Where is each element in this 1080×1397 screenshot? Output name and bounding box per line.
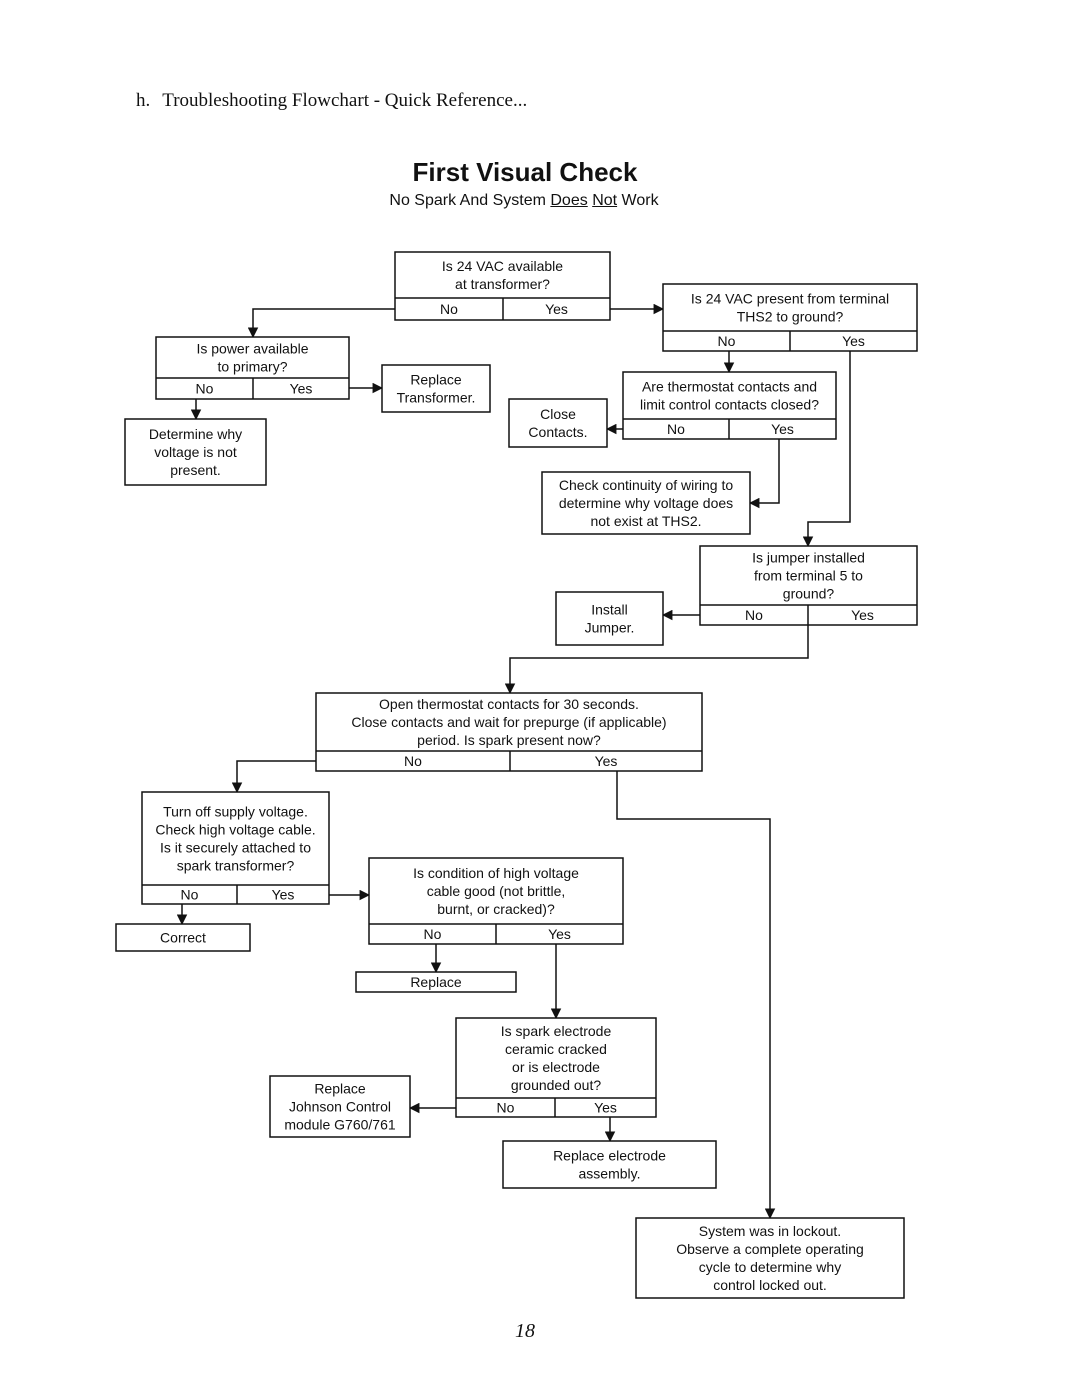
node-a-replace: Replace — [355, 971, 517, 993]
arrow-contacts-yes-to-check-continuity — [748, 439, 780, 509]
node-text-line: spark transformer? — [177, 858, 295, 874]
node-q-24vac-transformer: Is 24 VAC available at transformer? No Yes — [394, 251, 611, 321]
node-text-line: Observe a complete operating — [676, 1241, 864, 1257]
node-q-electrode: Is spark electrode ceramic cracked or is e… — [455, 1017, 657, 1118]
node-a-replace-electrode: Replace electrode assembly. — [502, 1140, 717, 1189]
answer-yes: Yes — [594, 1100, 617, 1116]
node-text-line: from terminal 5 to — [754, 568, 863, 584]
answer-yes: Yes — [272, 887, 295, 903]
node-text-line: to primary? — [217, 359, 287, 375]
node-text-line: at transformer? — [455, 276, 550, 292]
node-q-contacts-closed: Are thermostat contacts and limit control… — [622, 371, 837, 440]
node-text-line: Is condition of high voltage — [413, 865, 579, 881]
node-text-line: Replace — [410, 974, 462, 990]
node-text-line: Correct — [160, 930, 206, 946]
node-text-line: Check high voltage cable. — [155, 822, 315, 838]
node-a-check-continuity: Check continuity of wiring to determine w… — [541, 471, 751, 535]
node-text-line: THS2 to ground? — [737, 309, 844, 325]
node-text-line: Is 24 VAC available — [442, 258, 563, 274]
node-q-jumper: Is jumper installed from terminal 5 to gro… — [699, 545, 918, 626]
node-q-cable-attached: Turn off supply voltage. Check high volta… — [141, 791, 330, 905]
node-text-line: Are thermostat contacts and — [642, 379, 817, 395]
node-text-line: cable good (not brittle, — [427, 883, 566, 899]
node-text-line: Determine why — [149, 426, 242, 442]
page-number: 18 — [515, 1320, 535, 1342]
answer-no: No — [404, 753, 422, 769]
node-text-line: Jumper. — [585, 620, 635, 636]
node-text-line: Install — [591, 602, 628, 618]
node-text-line: Is jumper installed — [752, 550, 865, 566]
node-text-line: period. Is spark present now? — [417, 732, 601, 748]
node-text-line: cycle to determine why — [699, 1259, 841, 1275]
nodes: Is 24 VAC availableat transformer?No YesI… — [115, 251, 918, 1299]
answer-no: No — [667, 421, 685, 437]
answer-yes: Yes — [290, 381, 313, 397]
flowchart: Is 24 VAC availableat transformer?No YesI… — [115, 251, 918, 1299]
node-q-cable-condition: Is condition of high voltage cable good (… — [368, 857, 624, 945]
node-text-line: burnt, or cracked)? — [437, 901, 555, 917]
answer-yes: Yes — [851, 607, 874, 623]
answer-no: No — [181, 887, 199, 903]
answer-yes: Yes — [842, 333, 865, 349]
node-text-line: voltage is not — [154, 444, 237, 460]
node-q-power-primary: Is power available to primary?No Yes — [155, 336, 350, 400]
node-a-replace-transformer: Replace Transformer. — [381, 364, 491, 413]
answer-yes: Yes — [545, 301, 568, 317]
node-q-24vac-ths2: Is 24 VAC present from terminal THS2 to g… — [662, 283, 918, 352]
node-text-line: Close — [540, 406, 576, 422]
node-text-line: present. — [170, 462, 221, 478]
arrow-spark-no-to-cable-attached — [231, 760, 316, 794]
answer-yes: Yes — [771, 421, 794, 437]
node-a-replace-module: Replace Johnson Control module G760/761 — [269, 1075, 411, 1138]
node-text-line: Is power available — [196, 341, 308, 357]
node-text-line: Contacts. — [528, 424, 587, 440]
node-text-line: module G760/761 — [284, 1117, 396, 1133]
node-text-line: Is 24 VAC present from terminal — [691, 291, 889, 307]
node-text-line: Transformer. — [397, 390, 476, 406]
answer-no: No — [196, 381, 214, 397]
node-text-line: assembly. — [579, 1166, 641, 1182]
node-text-line: Open thermostat contacts for 30 seconds. — [379, 696, 639, 712]
node-text-line: or is electrode — [512, 1059, 600, 1075]
node-a-install-jumper: Install Jumper. — [555, 591, 664, 646]
node-q-spark-present: Open thermostat contacts for 30 seconds.… — [315, 692, 703, 772]
answer-no: No — [424, 926, 442, 942]
node-text-line: Johnson Control — [289, 1099, 391, 1115]
node-text-line: Is spark electrode — [501, 1023, 612, 1039]
node-text-line: determine why voltage does — [559, 495, 733, 511]
node-text-line: grounded out? — [511, 1077, 602, 1093]
node-text-line: Replace — [314, 1081, 366, 1097]
node-text-line: not exist at THS2. — [590, 513, 701, 529]
node-text-line: Replace — [410, 372, 462, 388]
node-text-line: Is it securely attached to — [160, 840, 311, 856]
node-box — [555, 591, 664, 646]
node-text-line: Replace electrode — [553, 1148, 666, 1164]
answer-no: No — [497, 1100, 515, 1116]
answer-no: No — [745, 607, 763, 623]
node-text-line: System was in lockout. — [699, 1223, 841, 1239]
node-text-line: control locked out. — [713, 1277, 827, 1293]
node-text-line: ground? — [783, 586, 835, 602]
node-text-line: limit control contacts closed? — [640, 397, 819, 413]
answer-yes: Yes — [548, 926, 571, 942]
node-a-correct: Correct — [115, 923, 251, 952]
node-text-line: Turn off supply voltage. — [163, 804, 308, 820]
answer-no: No — [440, 301, 458, 317]
node-text-line: Check continuity of wiring to — [559, 477, 734, 493]
node-a-lockout: System was in lockout. Observe a complete… — [635, 1217, 905, 1299]
arrow-q1-no-to-power-primary — [247, 308, 395, 339]
answer-yes: Yes — [595, 753, 618, 769]
node-a-determine-voltage: Determine why voltage is not present. — [124, 418, 267, 486]
node-a-close-contacts: Close Contacts. — [508, 398, 608, 448]
answer-no: No — [718, 333, 736, 349]
node-text-line: Close contacts and wait for prepurge (if… — [351, 714, 666, 730]
node-text-line: ceramic cracked — [505, 1041, 607, 1057]
